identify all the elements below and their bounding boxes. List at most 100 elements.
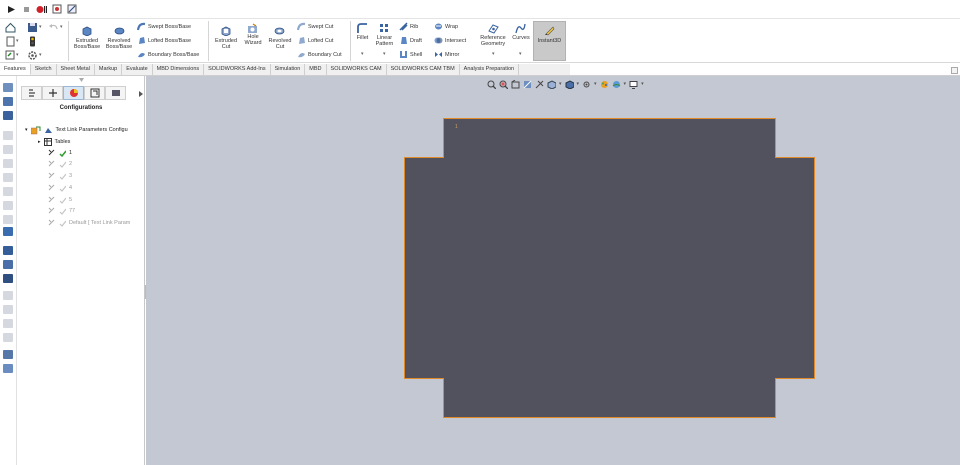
rebuild-icon[interactable]: [5, 50, 16, 61]
tab-sketch[interactable]: Sketch: [31, 64, 57, 75]
apply-scene-icon[interactable]: [612, 80, 621, 89]
dynamic-annotation-icon[interactable]: [535, 80, 544, 89]
stop-icon[interactable]: [21, 4, 32, 15]
rib-button[interactable]: Rib: [399, 22, 418, 31]
tab-solidworks-cam[interactable]: SOLIDWORKS CAM: [327, 64, 387, 75]
part-body[interactable]: [404, 118, 815, 418]
tab-mbd[interactable]: MBD: [305, 64, 327, 75]
home-icon[interactable]: [5, 22, 16, 33]
boundary-cut-button[interactable]: Boundary Cut: [297, 50, 342, 59]
hole-wizard-label[interactable]: Hole Wizard: [238, 34, 268, 46]
swept-cut-button[interactable]: Swept Cut: [297, 22, 333, 31]
reference-geometry-icon[interactable]: [488, 23, 499, 34]
config-item[interactable]: 4: [48, 183, 72, 193]
intersect-button[interactable]: Intersect: [434, 36, 466, 45]
revolved-boss-label[interactable]: Revolved Boss/Base: [104, 38, 134, 50]
inactive-check-icon: [59, 208, 66, 215]
tab-simulation[interactable]: Simulation: [271, 64, 306, 75]
mirror-button[interactable]: Mirror: [434, 50, 459, 59]
tab-analysis-preparation[interactable]: Analysis Preparation: [460, 64, 520, 75]
curves-label[interactable]: Curves: [509, 35, 533, 41]
config-item[interactable]: 5: [48, 195, 72, 205]
hide-show-items-icon[interactable]: [582, 80, 591, 89]
previous-view-icon[interactable]: [511, 79, 520, 89]
print-tool-icon[interactable]: [3, 350, 13, 359]
curves-icon[interactable]: [515, 23, 526, 34]
config-item[interactable]: 2: [48, 159, 72, 169]
new-document-icon[interactable]: [5, 36, 16, 47]
swept-boss-button[interactable]: Swept Boss/Base: [137, 22, 191, 31]
extruded-boss-label[interactable]: Extruded Boss/Base: [72, 38, 102, 50]
render-tool-icon[interactable]: [3, 364, 13, 373]
feature-manager-tab[interactable]: [21, 86, 42, 100]
tab-markup[interactable]: Markup: [95, 64, 123, 75]
configuration-manager-tab[interactable]: [63, 86, 84, 100]
lofted-cut-button[interactable]: Lofted Cut: [297, 36, 333, 45]
extruded-cut-label[interactable]: Extruded Cut: [211, 38, 241, 50]
collapse-arrow-icon[interactable]: ▾: [25, 127, 28, 133]
expand-panel-icon[interactable]: [79, 78, 84, 83]
section-view-icon[interactable]: [523, 80, 532, 89]
lofted-boss-button[interactable]: Lofted Boss/Base: [137, 36, 191, 45]
linear-pattern-icon[interactable]: [379, 23, 390, 34]
traffic-light-icon[interactable]: [27, 36, 38, 47]
wrap-button[interactable]: Wrap: [434, 22, 458, 31]
display-style-icon[interactable]: [565, 79, 574, 89]
tab-evaluate[interactable]: Evaluate: [122, 64, 153, 75]
draft-button[interactable]: Draft: [399, 36, 422, 45]
tables-folder[interactable]: ▸ Tables: [38, 137, 70, 147]
display-manager-tab[interactable]: [105, 86, 126, 100]
extrude-tool-icon[interactable]: [3, 111, 13, 120]
disabled-tool-icon: [3, 145, 13, 154]
view-orientation-icon[interactable]: [547, 79, 556, 89]
edit-macro-icon[interactable]: [66, 4, 77, 15]
disabled-tool-icon: [3, 187, 13, 196]
assembly-tool-icon[interactable]: [3, 246, 13, 255]
grid-tool-icon[interactable]: [3, 274, 13, 283]
instant3d-button[interactable]: Instant3D: [533, 21, 566, 61]
config-item[interactable]: 77: [48, 206, 75, 216]
record-pause-icon[interactable]: [36, 4, 47, 15]
extruded-boss-icon[interactable]: [81, 25, 92, 36]
hole-wizard-icon[interactable]: [247, 23, 258, 34]
config-root-item[interactable]: ▾ Text Link Parameters Configu: [25, 125, 128, 135]
play-icon[interactable]: [6, 4, 17, 15]
tab-solidworks-addins[interactable]: SOLIDWORKS Add-Ins: [204, 64, 271, 75]
revolved-cut-label[interactable]: Revolved Cut: [265, 38, 295, 50]
tab-features[interactable]: Features: [0, 64, 31, 75]
part-tool-icon[interactable]: [3, 260, 13, 269]
tab-mbd-dimensions[interactable]: MBD Dimensions: [153, 64, 205, 75]
shell-button[interactable]: Shell: [399, 50, 422, 59]
cube-view-icon[interactable]: [3, 97, 13, 106]
fillet-icon[interactable]: [357, 23, 368, 34]
disabled-tool-icon: [3, 131, 13, 140]
linear-pattern-label[interactable]: Linear Pattern: [372, 35, 397, 47]
zoom-to-area-icon[interactable]: [499, 80, 508, 89]
view-settings-icon[interactable]: [629, 80, 638, 89]
pin-icon[interactable]: [3, 227, 13, 236]
config-item-default[interactable]: Default [ Text Link Param: [48, 218, 130, 228]
tab-solidworks-cam-tbm[interactable]: SOLIDWORKS CAM TBM: [387, 64, 460, 75]
reference-geometry-label[interactable]: Reference Geometry: [477, 35, 509, 47]
zoom-to-fit-icon[interactable]: [487, 80, 496, 89]
save-icon[interactable]: [27, 22, 38, 33]
config-item[interactable]: 1: [48, 148, 72, 158]
extruded-cut-icon[interactable]: [220, 25, 231, 36]
revolved-boss-icon[interactable]: [114, 25, 125, 36]
property-manager-tab[interactable]: [42, 86, 63, 100]
new-macro-icon[interactable]: [51, 4, 62, 15]
restore-icon[interactable]: [951, 67, 958, 74]
command-manager-tabs: Features Sketch Sheet Metal Markup Evalu…: [0, 64, 570, 75]
edit-appearance-icon[interactable]: [600, 80, 609, 89]
dimxpert-tab[interactable]: [84, 86, 105, 100]
tab-sheet-metal[interactable]: Sheet Metal: [57, 64, 95, 75]
expand-arrow-icon[interactable]: ▸: [38, 139, 41, 145]
revolved-cut-icon[interactable]: [274, 25, 285, 36]
boundary-boss-button[interactable]: Boundary Boss/Base: [137, 50, 199, 59]
sketch-tool-icon[interactable]: [3, 83, 13, 92]
undo-icon[interactable]: [48, 22, 59, 33]
config-item[interactable]: 3: [48, 171, 72, 181]
config-icon: [48, 149, 55, 156]
panel-next-icon[interactable]: [138, 91, 144, 97]
options-gear-icon[interactable]: [27, 50, 38, 61]
